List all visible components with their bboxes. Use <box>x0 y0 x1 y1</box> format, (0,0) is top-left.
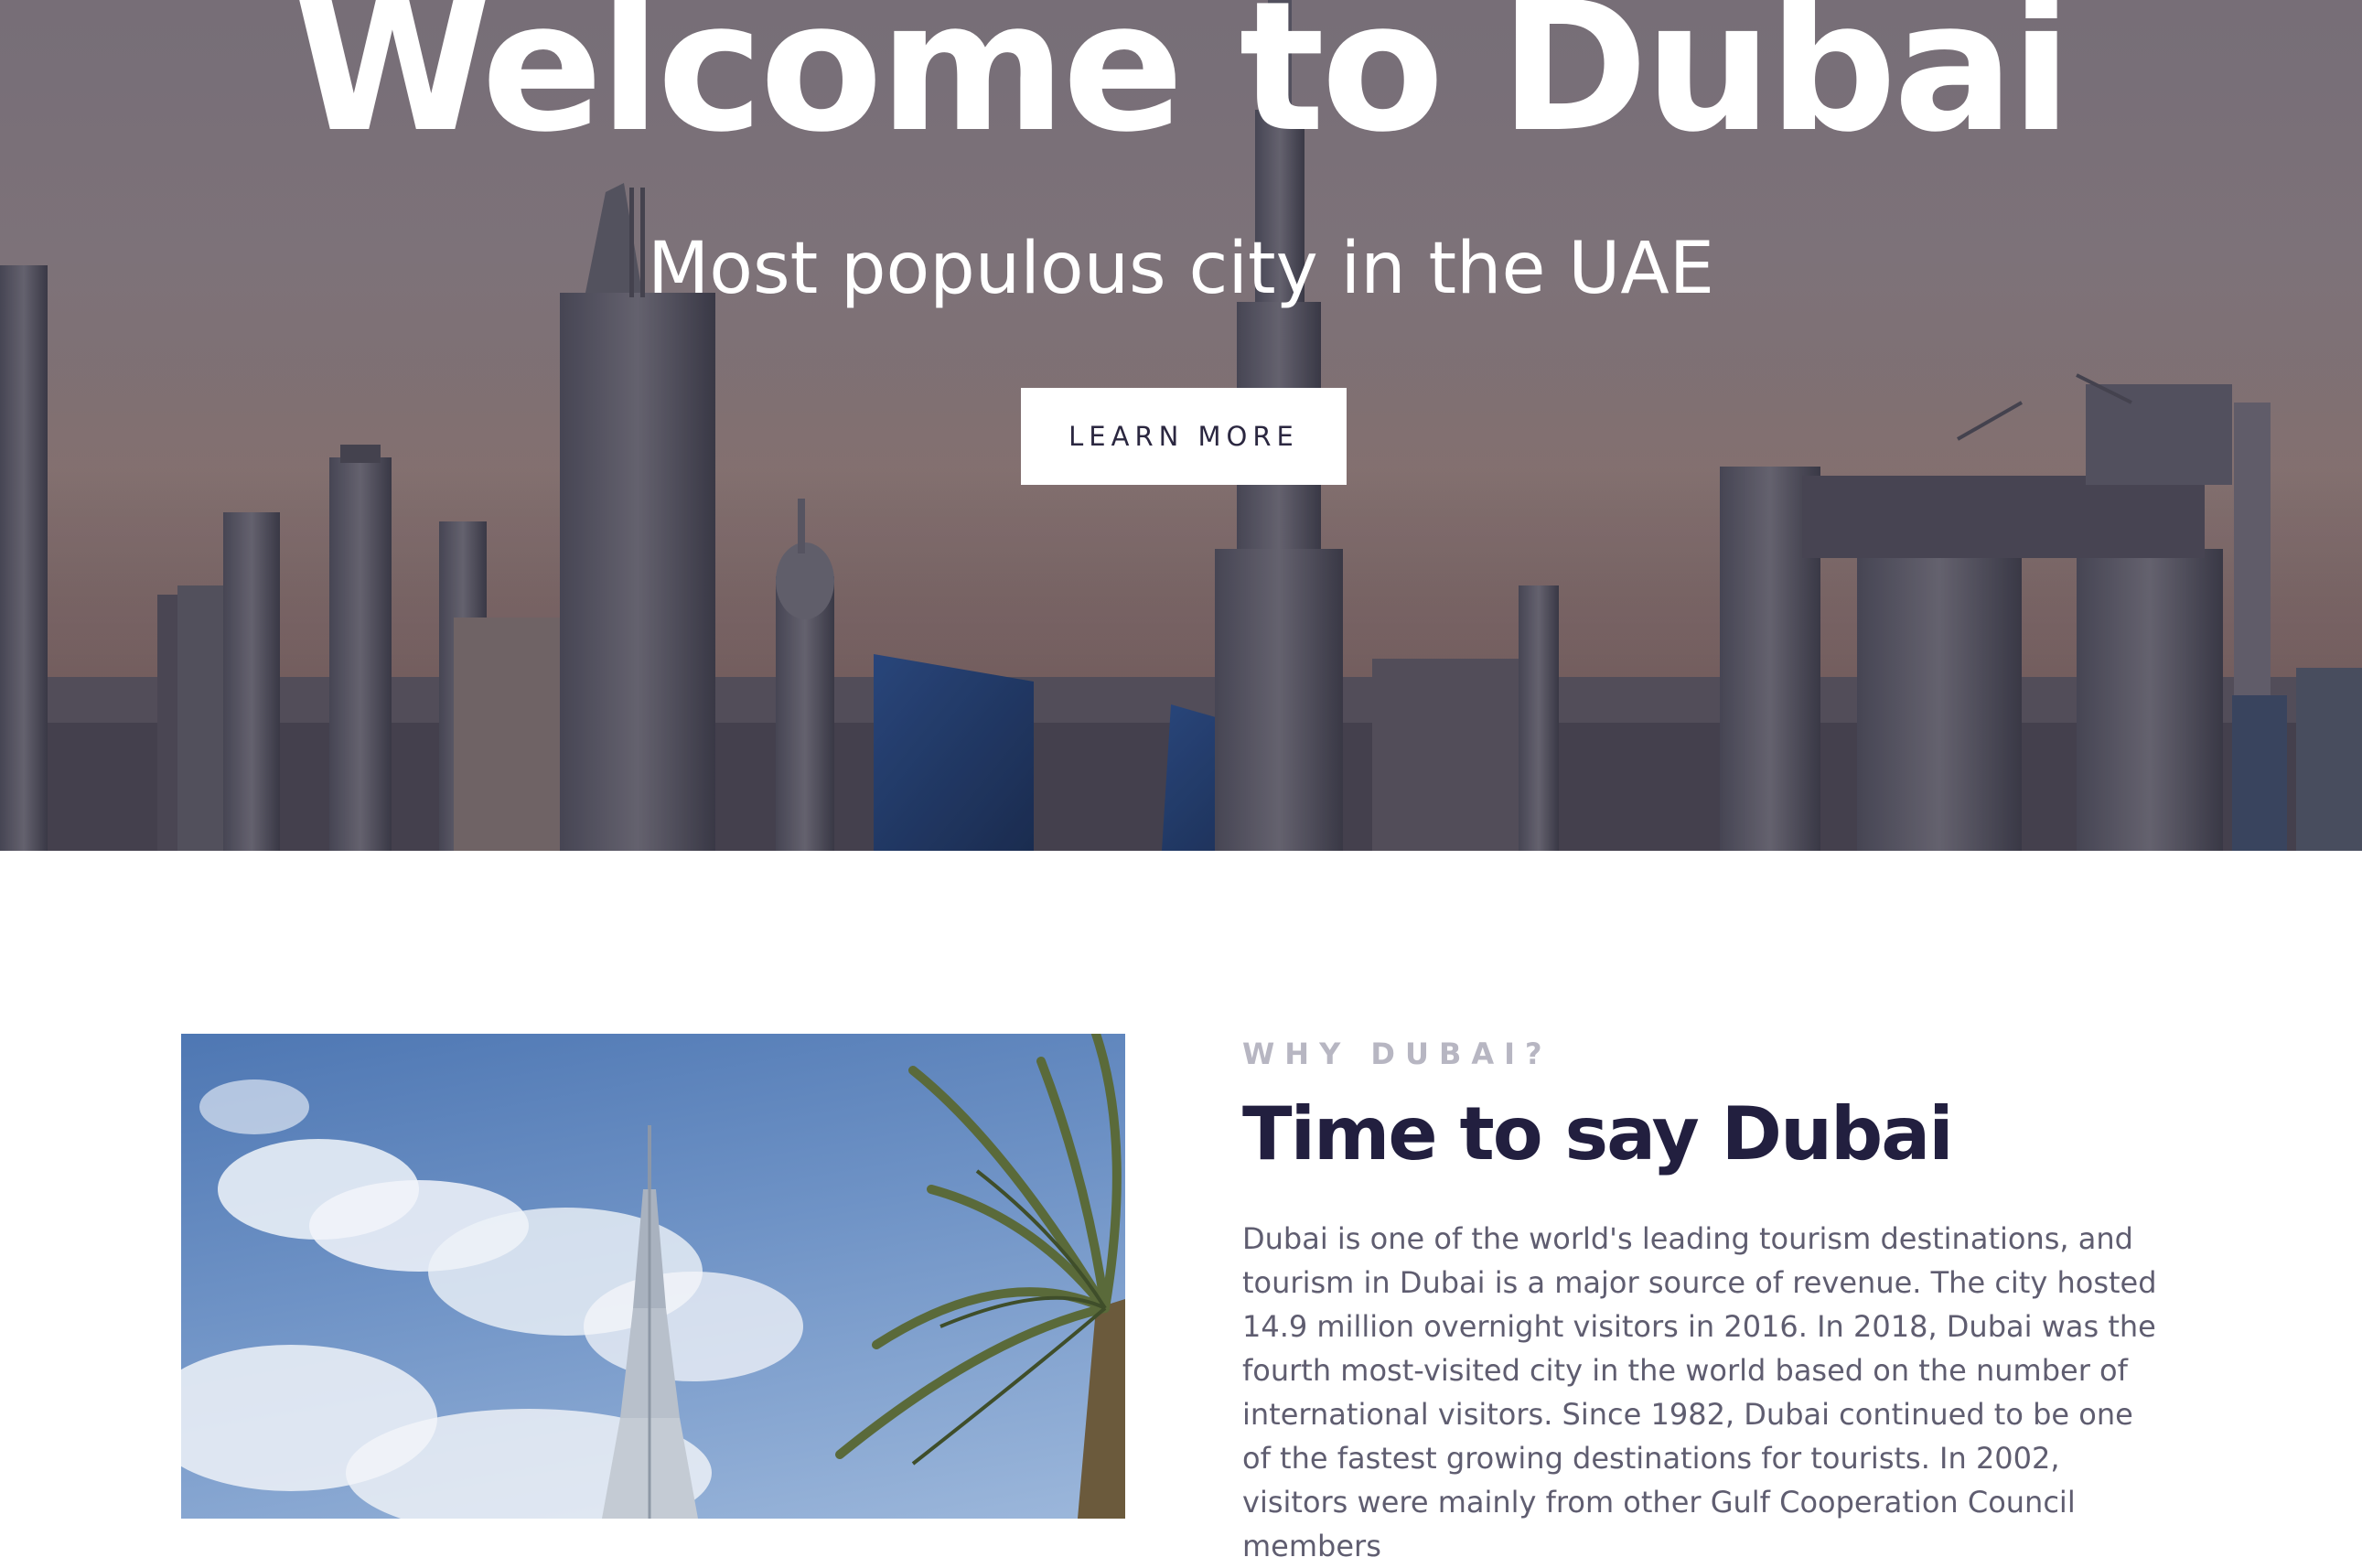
hero-subtitle: Most populous city in the UAE <box>647 228 1714 310</box>
section-body-text: Dubai is one of the world's leading tour… <box>1242 1221 2157 1563</box>
hero-section: Welcome to Dubai Most populous city in t… <box>0 0 2362 851</box>
burj-khalifa-palm-photo <box>181 1034 1125 1519</box>
learn-more-button[interactable]: LEARN MORE <box>1021 388 1347 485</box>
hero-title: Welcome to Dubai <box>293 0 2072 172</box>
section-eyebrow: WHY DUBAI? <box>1242 1036 1552 1071</box>
about-text-block: WHY DUBAI? Time to say Dubai Dubai is on… <box>1242 1032 2194 1568</box>
section-title: Time to say Dubai <box>1242 1091 1954 1176</box>
